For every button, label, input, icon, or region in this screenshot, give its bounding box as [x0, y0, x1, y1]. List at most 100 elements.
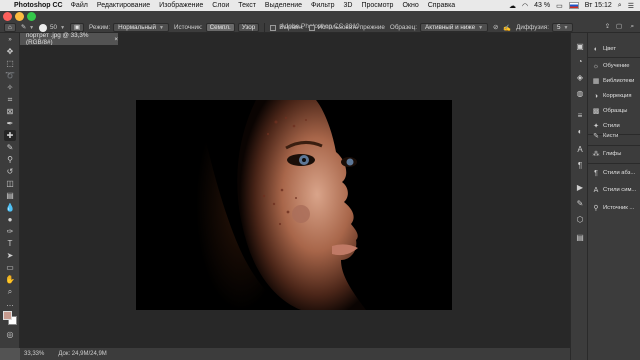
- home-button[interactable]: ⌂: [4, 23, 16, 32]
- share-icon[interactable]: ⇪: [605, 23, 610, 30]
- properties-icon[interactable]: ◔: [575, 57, 585, 67]
- battery-percent[interactable]: 43 %: [534, 2, 550, 9]
- panel-libraries[interactable]: ▦ Библиотеки: [588, 75, 640, 87]
- path-selection-tool-icon[interactable]: ➤: [4, 250, 16, 261]
- search-icon[interactable]: ⌕: [630, 23, 634, 31]
- pressure-size-icon[interactable]: ✍: [503, 24, 511, 32]
- keyboard-layout-flag-icon[interactable]: [568, 2, 579, 9]
- panel-character-styles[interactable]: A Стили сим...: [588, 184, 640, 196]
- 3d-icon[interactable]: ⬡: [575, 215, 585, 225]
- crop-tool-icon[interactable]: ⌗: [4, 94, 16, 105]
- menu-type[interactable]: Текст: [238, 2, 256, 9]
- more-tools-icon[interactable]: …: [4, 298, 16, 309]
- wifi-icon[interactable]: ◠: [522, 2, 528, 10]
- marquee-tool-icon[interactable]: ⬚: [4, 58, 16, 69]
- diffusion-select[interactable]: 5 ▼: [551, 23, 574, 32]
- panel-swatches[interactable]: ▩ Образцы: [588, 105, 640, 117]
- quick-select-tool-icon[interactable]: ✧: [4, 82, 16, 93]
- panel-color[interactable]: ◐ Цвет: [588, 43, 640, 55]
- panel-adjustments[interactable]: ◑ Коррекция: [588, 90, 640, 102]
- source-sampled-button[interactable]: Семпл.: [205, 23, 235, 32]
- panel-clone-source[interactable]: ⚲ Источник ...: [588, 202, 640, 214]
- type-tool-icon[interactable]: T: [4, 238, 16, 249]
- clone-stamp-tool-icon[interactable]: ⚲: [4, 154, 16, 165]
- foreground-color-swatch[interactable]: [3, 311, 12, 320]
- pen-tool-icon[interactable]: ✑: [4, 226, 16, 237]
- menu-filter[interactable]: Фильтр: [311, 2, 335, 9]
- document-info[interactable]: Док: 24,9M/24,9M: [58, 351, 106, 357]
- menu-file[interactable]: Файл: [71, 2, 88, 9]
- minimize-window-button[interactable]: [15, 12, 24, 21]
- lightbulb-icon: ☼: [592, 62, 600, 70]
- sample-select[interactable]: Активный и ниже ▼: [420, 23, 489, 32]
- menu-app-name[interactable]: Photoshop CC: [14, 2, 63, 9]
- creative-cloud-icon[interactable]: ☁: [509, 2, 516, 10]
- channels-icon[interactable]: ◍: [575, 89, 585, 99]
- character-icon[interactable]: A: [575, 145, 585, 155]
- dodge-tool-icon[interactable]: ●: [4, 214, 16, 225]
- layers-icon[interactable]: ◈: [575, 73, 585, 83]
- aligned-checkbox[interactable]: Выравн.: [270, 24, 304, 31]
- battery-icon[interactable]: ▭: [556, 2, 563, 10]
- menu-select[interactable]: Выделение: [265, 2, 302, 9]
- zoom-tool-icon[interactable]: ⌕: [4, 286, 16, 297]
- brush-settings-button[interactable]: ▣: [70, 23, 84, 32]
- menu-edit[interactable]: Редактирование: [97, 2, 150, 9]
- blur-tool-icon[interactable]: 💧: [4, 202, 16, 213]
- ignore-adjustment-layers-icon[interactable]: ⊘: [493, 24, 498, 31]
- document-image[interactable]: [136, 100, 452, 310]
- menu-3d[interactable]: 3D: [344, 2, 353, 9]
- panel-color-label: Цвет: [603, 46, 616, 52]
- tool-preset-picker[interactable]: ✎ ▼: [21, 24, 34, 31]
- quick-mask-icon[interactable]: ◎: [4, 329, 16, 340]
- aligned-checkbox-box[interactable]: [270, 24, 277, 31]
- document-tab[interactable]: портрет .jpg @ 33,3% (RGB/8#) ×: [20, 32, 118, 46]
- sample-value: Активный и ниже: [425, 23, 476, 31]
- notification-center-icon[interactable]: ☰: [628, 2, 634, 10]
- panel-glyphs[interactable]: ⁂ Глифы: [588, 148, 640, 160]
- move-tool-icon[interactable]: ✥: [4, 46, 16, 57]
- diffusion-label: Диффузия:: [516, 24, 549, 31]
- history-icon[interactable]: ▣: [575, 42, 585, 52]
- healing-brush-icon: ✎: [20, 24, 27, 31]
- brush-picker[interactable]: 50 ▼: [39, 23, 65, 32]
- clock[interactable]: Вт 15:12: [585, 2, 612, 9]
- panel-paragraph-styles[interactable]: ¶ Стили абз...: [588, 167, 640, 179]
- panel-brushes[interactable]: ✎ Кисти: [588, 130, 640, 142]
- eraser-tool-icon[interactable]: ◫: [4, 178, 16, 189]
- eyedropper-tool-icon[interactable]: ✒: [4, 118, 16, 129]
- brush-tool-icon[interactable]: ✎: [4, 142, 16, 153]
- legacy-checkbox[interactable]: Использовать прежние: [308, 24, 385, 31]
- legacy-checkbox-box[interactable]: [308, 24, 315, 31]
- paragraph-icon[interactable]: ¶: [575, 161, 585, 171]
- gradient-tool-icon[interactable]: ▤: [4, 190, 16, 201]
- zoom-window-button[interactable]: [27, 12, 36, 21]
- hand-tool-icon[interactable]: ✋: [4, 274, 16, 285]
- healing-brush-tool-icon[interactable]: ✚: [4, 130, 16, 141]
- close-icon[interactable]: ×: [114, 36, 118, 43]
- play-actions-icon[interactable]: ▶: [575, 183, 585, 193]
- close-window-button[interactable]: [3, 12, 12, 21]
- spotlight-icon[interactable]: ⌕: [618, 2, 622, 10]
- history-brush-tool-icon[interactable]: ↺: [4, 166, 16, 177]
- source-pattern-button[interactable]: Узор: [237, 23, 260, 32]
- menu-window[interactable]: Окно: [402, 2, 418, 9]
- timeline-icon[interactable]: ▤: [575, 233, 585, 243]
- menu-image[interactable]: Изображение: [159, 2, 203, 9]
- menu-help[interactable]: Справка: [428, 2, 455, 9]
- adjustment-sliders-icon[interactable]: ≡: [575, 111, 585, 121]
- mode-select[interactable]: Нормальный ▼: [113, 23, 169, 32]
- menu-view[interactable]: Просмотр: [361, 2, 393, 9]
- zoom-level[interactable]: 33,33%: [24, 351, 44, 357]
- notes-icon[interactable]: ✎: [575, 199, 585, 209]
- panel-learn[interactable]: ☼ Обучение: [588, 60, 640, 72]
- frame-tool-icon[interactable]: ⊠: [4, 106, 16, 117]
- traffic-lights: [3, 12, 36, 21]
- character-styles-icon: A: [593, 186, 599, 194]
- lasso-tool-icon[interactable]: ➰: [4, 70, 16, 81]
- paths-icon[interactable]: ◐: [575, 127, 585, 137]
- menu-layers[interactable]: Слои: [212, 2, 229, 9]
- collapse-toolbar-icon[interactable]: »: [4, 35, 16, 46]
- workspace-icon[interactable]: ▢: [616, 23, 622, 30]
- rectangle-tool-icon[interactable]: ▭: [4, 262, 16, 273]
